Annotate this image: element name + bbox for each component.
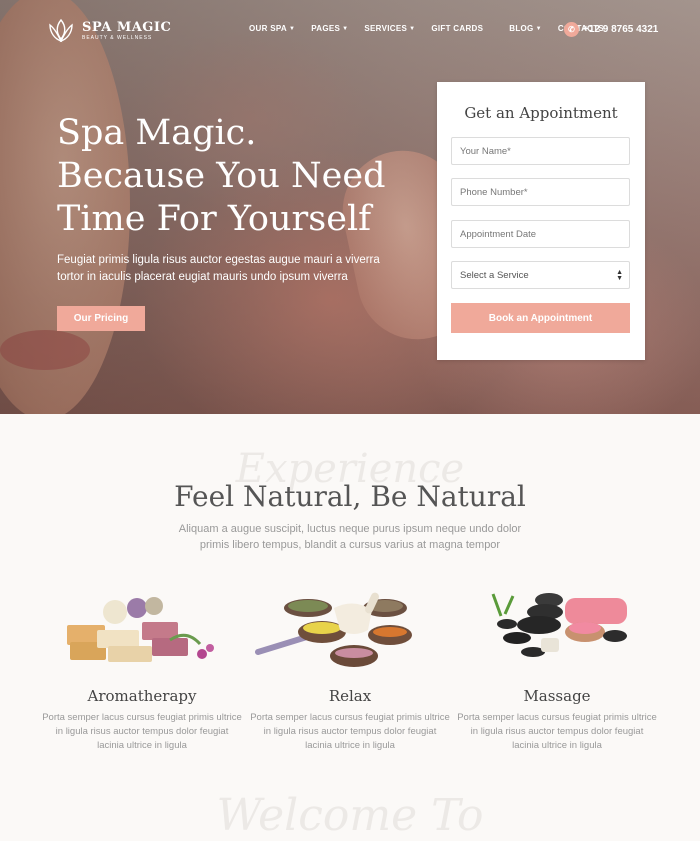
phone-link[interactable]: ✆ +12 9 8765 4321 bbox=[564, 22, 658, 37]
hero-headline: Spa Magic. Because You Need Time For You… bbox=[57, 112, 417, 241]
menu-item-gift-cards[interactable]: GIFT CARDS bbox=[431, 24, 483, 33]
menu-label: SERVICES bbox=[364, 24, 408, 33]
select-arrows-icon: ▲ ▼ bbox=[616, 269, 623, 282]
headline-line: Spa Magic. bbox=[57, 113, 257, 153]
headline-line: Time For Yourself bbox=[57, 199, 372, 239]
section-description: Aliquam a augue suscipit, luctus neque p… bbox=[178, 523, 522, 551]
menu-label: PAGES bbox=[311, 24, 341, 33]
brand-name: SPA MAGIC bbox=[82, 19, 172, 35]
caret-down-icon: ▼ bbox=[535, 25, 542, 32]
menu-label: OUR SPA bbox=[249, 24, 287, 33]
hero-lips-image bbox=[0, 330, 90, 370]
feature-aromatherapy: Aromatherapy Porta semper lacus cursus f… bbox=[42, 580, 242, 753]
lotus-logo-icon bbox=[49, 18, 73, 43]
phone-input[interactable]: Phone Number* bbox=[451, 178, 630, 206]
service-select-value: Select a Service bbox=[460, 269, 529, 281]
service-select[interactable]: Select a Service ▲ ▼ bbox=[451, 261, 630, 289]
our-pricing-button[interactable]: Our Pricing bbox=[57, 306, 145, 331]
menu-item-services[interactable]: SERVICES ▼ bbox=[364, 24, 415, 33]
next-section-script-background: Welcome To bbox=[216, 790, 484, 841]
brand-tagline: BEAUTY & WELLNESS bbox=[82, 34, 153, 41]
form-title: Get an Appointment bbox=[464, 104, 618, 122]
date-input[interactable]: Appointment Date bbox=[451, 220, 630, 248]
feature-title: Massage bbox=[523, 687, 591, 705]
menu-label: GIFT CARDS bbox=[431, 24, 484, 33]
caret-down-icon: ▼ bbox=[288, 25, 296, 32]
feature-title: Relax bbox=[328, 687, 372, 705]
feature-description: Porta semper lacus cursus feugiat primis… bbox=[42, 712, 242, 751]
relax-image bbox=[250, 580, 450, 680]
appointment-form: Get an Appointment Your Name* Phone Numb… bbox=[437, 82, 645, 360]
menu-item-pages[interactable]: PAGES ▼ bbox=[311, 24, 348, 33]
headline-line: Because You Need bbox=[57, 156, 386, 196]
section-title: Feel Natural, Be Natural bbox=[174, 480, 526, 513]
phone-number: +12 9 8765 4321 bbox=[583, 24, 659, 35]
aromatherapy-image bbox=[42, 580, 242, 680]
caret-down-icon: ▼ bbox=[409, 25, 416, 32]
feature-massage: Massage Porta semper lacus cursus feugia… bbox=[457, 580, 657, 753]
feature-relax: Relax Porta semper lacus cursus feugiat … bbox=[250, 580, 450, 753]
massage-image bbox=[457, 580, 657, 680]
feature-description: Porta semper lacus cursus feugiat primis… bbox=[250, 712, 450, 751]
feature-description: Porta semper lacus cursus feugiat primis… bbox=[457, 712, 657, 751]
name-input[interactable]: Your Name* bbox=[451, 137, 630, 165]
caret-down-icon: ▼ bbox=[342, 25, 349, 32]
hero-description: Feugiat primis ligula risus auctor egest… bbox=[57, 254, 380, 283]
menu-item-our-spa[interactable]: OUR SPA ▼ bbox=[249, 24, 295, 33]
top-navigation: SPA MAGIC BEAUTY & WELLNESS OUR SPA ▼ PAG… bbox=[0, 0, 700, 60]
phone-icon: ✆ bbox=[564, 22, 579, 37]
book-appointment-button[interactable]: Book an Appointment bbox=[451, 303, 630, 333]
menu-item-blog[interactable]: BLOG ▼ bbox=[509, 24, 542, 33]
menu-label: BLOG bbox=[509, 24, 534, 33]
logo[interactable]: SPA MAGIC BEAUTY & WELLNESS bbox=[46, 17, 171, 45]
feature-title: Aromatherapy bbox=[87, 687, 197, 705]
